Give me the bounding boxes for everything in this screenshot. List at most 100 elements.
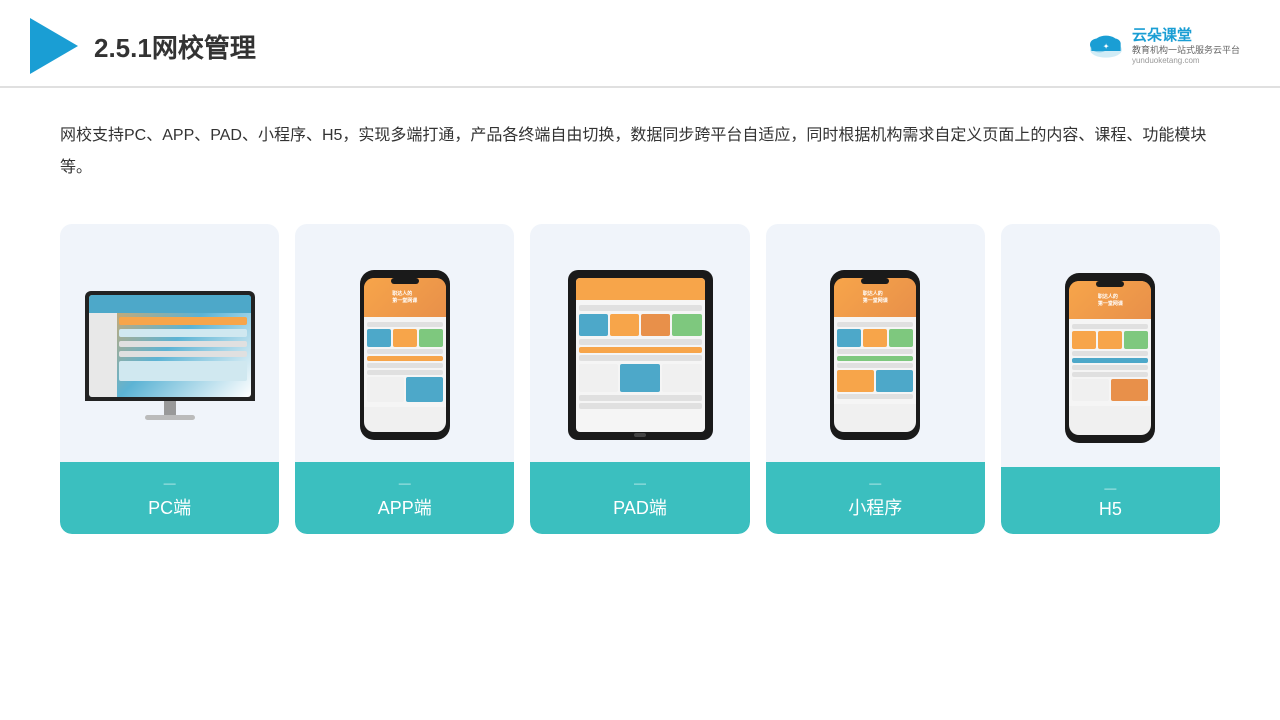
mp-row bbox=[837, 322, 913, 327]
pc-content-row bbox=[119, 329, 247, 337]
pad-row bbox=[579, 347, 702, 353]
pad-row bbox=[579, 355, 702, 361]
pc-label-text: PC端 bbox=[148, 498, 191, 518]
logo-triangle-icon bbox=[30, 18, 78, 74]
phone-notch bbox=[391, 278, 419, 284]
phone-notch-2 bbox=[861, 278, 889, 284]
miniprogram-device-mockup: 职达人的第一堂网课 bbox=[778, 248, 973, 462]
mp-card-row bbox=[837, 329, 913, 347]
pad-card bbox=[641, 314, 670, 336]
pc-mockup bbox=[85, 291, 255, 420]
app-phone-card bbox=[406, 377, 443, 402]
app-label: APP端 bbox=[295, 462, 514, 534]
pc-label: PC端 bbox=[60, 462, 279, 534]
brand-url: yunduoketang.com bbox=[1132, 56, 1200, 66]
page-title: 2.5.1网校管理 bbox=[94, 28, 256, 65]
device-card-pc: PC端 bbox=[60, 224, 279, 534]
mp-row bbox=[837, 349, 913, 354]
h5-row bbox=[1072, 351, 1148, 356]
miniprogram-phone-title: 职达人的第一堂网课 bbox=[863, 290, 888, 304]
header: 2.5.1网校管理 ✦ 云朵课堂 教育机构一站式服务云平台 yunduoketa… bbox=[0, 0, 1280, 88]
app-device-mockup: 职达人的第一堂网课 bbox=[307, 248, 502, 462]
h5-card-row2 bbox=[1072, 379, 1148, 401]
brand-name: 云朵课堂 bbox=[1132, 27, 1192, 45]
app-label-text: APP端 bbox=[378, 498, 432, 518]
pad-card bbox=[610, 314, 639, 336]
mp-card bbox=[876, 370, 913, 392]
brand-logo: ✦ 云朵课堂 教育机构一站式服务云平台 yunduoketang.com bbox=[1086, 27, 1240, 65]
pad-device-mockup bbox=[542, 248, 737, 462]
h5-row bbox=[1072, 324, 1148, 329]
pad-card bbox=[662, 364, 702, 392]
h5-card-row bbox=[1072, 331, 1148, 349]
mp-card-row2 bbox=[837, 370, 913, 392]
h5-card bbox=[1124, 331, 1148, 349]
app-phone-bottom bbox=[364, 317, 446, 407]
brand-text: 云朵课堂 教育机构一站式服务云平台 yunduoketang.com bbox=[1132, 27, 1240, 65]
device-card-pad: PAD端 bbox=[530, 224, 749, 534]
h5-phone-mockup: 职达人的第一堂网课 bbox=[1065, 273, 1155, 443]
h5-phone-outer: 职达人的第一堂网课 bbox=[1065, 273, 1155, 443]
app-phone-row bbox=[367, 363, 443, 368]
pad-card bbox=[579, 364, 619, 392]
pad-row bbox=[579, 339, 702, 345]
h5-card bbox=[1111, 379, 1148, 401]
h5-row bbox=[1072, 358, 1148, 363]
brand-tagline: 教育机构一站式服务云平台 bbox=[1132, 45, 1240, 56]
pad-row bbox=[579, 305, 702, 311]
pad-card-row2 bbox=[579, 364, 702, 392]
pad-row bbox=[579, 395, 702, 401]
header-left: 2.5.1网校管理 bbox=[30, 18, 256, 74]
mp-card bbox=[837, 370, 874, 392]
pad-card bbox=[672, 314, 701, 336]
pc-content-row bbox=[119, 361, 247, 381]
pad-tablet-mockup bbox=[568, 270, 713, 440]
h5-card bbox=[1072, 331, 1096, 349]
app-phone-screen: 职达人的第一堂网课 bbox=[364, 278, 446, 432]
h5-row bbox=[1072, 365, 1148, 370]
pad-row bbox=[579, 403, 702, 409]
miniprogram-phone-outer: 职达人的第一堂网课 bbox=[830, 270, 920, 440]
app-phone-title: 职达人的第一堂网课 bbox=[392, 290, 417, 304]
tablet-home-btn bbox=[634, 433, 646, 437]
pad-screen-top bbox=[576, 278, 705, 300]
pad-card-row bbox=[579, 314, 702, 336]
h5-row bbox=[1072, 372, 1148, 377]
pc-content-row bbox=[119, 341, 247, 347]
device-card-h5: 职达人的第一堂网课 bbox=[1001, 224, 1220, 534]
h5-card bbox=[1072, 379, 1109, 401]
app-phone-card bbox=[419, 329, 443, 347]
mp-row bbox=[837, 363, 913, 368]
pad-label-text: PAD端 bbox=[613, 498, 667, 518]
h5-label-text: H5 bbox=[1099, 499, 1122, 519]
h5-label: H5 bbox=[1001, 467, 1220, 534]
app-phone-mockup: 职达人的第一堂网课 bbox=[360, 270, 450, 440]
pad-tablet-outer bbox=[568, 270, 713, 440]
pc-screen-inner bbox=[89, 295, 251, 397]
miniprogram-phone-screen: 职达人的第一堂网课 bbox=[834, 278, 916, 432]
h5-phone-screen: 职达人的第一堂网课 bbox=[1069, 281, 1151, 435]
device-card-app: 职达人的第一堂网课 bbox=[295, 224, 514, 534]
pad-screen-body bbox=[576, 300, 705, 414]
pc-content-row bbox=[119, 317, 247, 325]
pad-label: PAD端 bbox=[530, 462, 749, 534]
pc-screen-outer bbox=[85, 291, 255, 401]
header-right: ✦ 云朵课堂 教育机构一站式服务云平台 yunduoketang.com bbox=[1086, 27, 1240, 65]
pad-tablet-screen bbox=[576, 278, 705, 432]
app-phone-row bbox=[367, 356, 443, 361]
description-text: 网校支持PC、APP、PAD、小程序、H5，实现多端打通，产品各终端自由切换，数… bbox=[60, 120, 1220, 184]
app-phone-card bbox=[367, 329, 391, 347]
mp-row bbox=[837, 356, 913, 361]
mp-card bbox=[863, 329, 887, 347]
pc-content-row bbox=[119, 351, 247, 357]
h5-phone-bottom bbox=[1069, 319, 1151, 406]
app-phone-row bbox=[367, 370, 443, 375]
svg-text:✦: ✦ bbox=[1103, 42, 1109, 50]
pad-card bbox=[579, 314, 608, 336]
main-content: 网校支持PC、APP、PAD、小程序、H5，实现多端打通，产品各终端自由切换，数… bbox=[0, 88, 1280, 554]
pc-screen-sidebar bbox=[89, 313, 117, 397]
miniprogram-phone-bottom bbox=[834, 317, 916, 404]
phone-notch-3 bbox=[1096, 281, 1124, 287]
cloud-icon: ✦ bbox=[1086, 31, 1126, 61]
miniprogram-phone-mockup: 职达人的第一堂网课 bbox=[830, 270, 920, 440]
